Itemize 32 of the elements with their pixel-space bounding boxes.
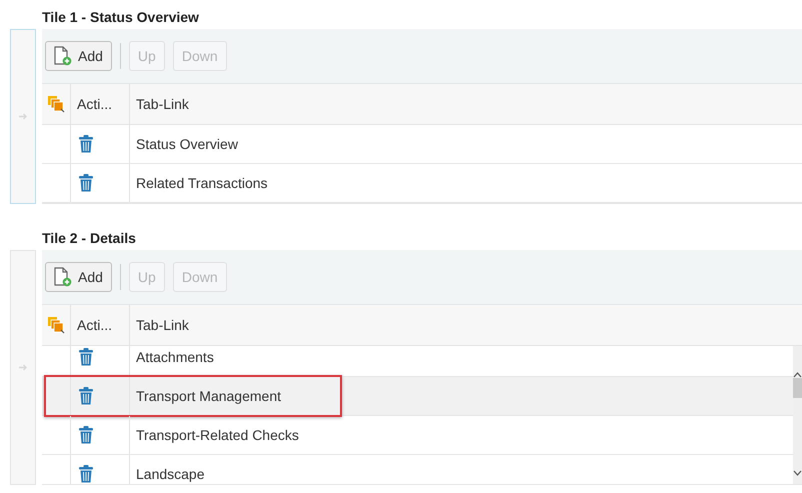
tab-link-cell: Related Transactions <box>136 175 268 191</box>
chevron-down-icon[interactable] <box>793 470 802 476</box>
tab-link-cell: Transport-Related Checks <box>136 427 299 443</box>
trash-icon[interactable] <box>79 174 93 192</box>
arrow-icon <box>18 113 28 120</box>
trash-icon[interactable] <box>79 387 93 405</box>
trash-icon[interactable] <box>79 465 93 483</box>
chevron-up-icon[interactable] <box>793 372 802 378</box>
trash-icon[interactable] <box>79 135 93 153</box>
new-document-icon <box>54 267 72 287</box>
trash-icon[interactable] <box>79 348 93 366</box>
column-header[interactable]: Acti... <box>77 317 112 333</box>
trash-icon[interactable] <box>79 426 93 444</box>
column-settings-icon[interactable] <box>47 316 65 334</box>
tab-link-cell: Attachments <box>136 349 214 365</box>
add-button[interactable]: Add <box>45 41 112 71</box>
tile-title: Tile 2 - Details <box>42 230 137 246</box>
drag-handle[interactable] <box>10 29 36 204</box>
tile-title: Tile 1 - Status Overview <box>42 9 200 25</box>
new-document-icon <box>54 46 72 66</box>
tab-link-cell: Landscape <box>136 466 205 482</box>
column-header[interactable]: Tab-Link <box>136 317 189 333</box>
scrollbar[interactable] <box>793 346 802 484</box>
scrollbar-thumb[interactable] <box>793 378 802 398</box>
column-header[interactable]: Tab-Link <box>136 96 189 112</box>
drag-handle[interactable] <box>10 250 36 485</box>
add-button[interactable]: Add <box>45 262 112 292</box>
column-settings-icon[interactable] <box>47 95 65 113</box>
tab-link-cell: Status Overview <box>136 136 238 152</box>
column-header[interactable]: Acti... <box>77 96 112 112</box>
tab-link-cell: Transport Management <box>136 388 281 404</box>
arrow-icon <box>18 364 28 371</box>
